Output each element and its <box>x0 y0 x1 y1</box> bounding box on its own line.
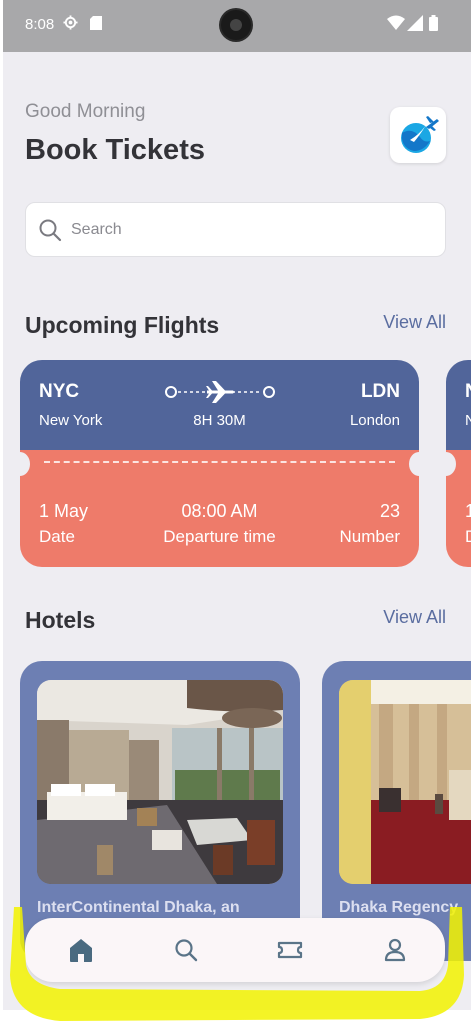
hotel-photo <box>37 680 283 884</box>
wifi-icon <box>387 15 405 30</box>
status-time: 8:08 <box>25 16 55 33</box>
phone-screen: 8:08 Good Morning Book Tickets Search Up… <box>3 0 471 1010</box>
sd-card-icon <box>90 16 102 30</box>
origin-city: N <box>465 412 471 429</box>
search-input[interactable] <box>71 215 431 245</box>
flight-route-icon <box>165 381 275 403</box>
signal-icon <box>407 15 423 31</box>
search-icon[interactable] <box>171 935 201 965</box>
flight-number-value: 23 <box>379 501 400 521</box>
origin-code: N <box>465 381 471 403</box>
destination-city: London <box>349 412 400 429</box>
profile-icon[interactable] <box>380 935 410 965</box>
camera-cutout <box>221 10 251 40</box>
hotels-view-all-link[interactable]: View All <box>383 607 446 628</box>
flight-ticket-card[interactable]: NYC New York 8H 30M LDN London 1 May Dat <box>20 360 419 567</box>
ticket-details-section: 1 May Date 08:00 AM Departure time 23 Nu… <box>20 450 419 567</box>
origin-code: NYC <box>39 381 80 402</box>
home-icon[interactable] <box>66 935 96 965</box>
ticket-route-section: N N <box>446 360 471 450</box>
hotel-card[interactable]: Dhaka Regency <box>322 661 471 961</box>
flight-number-label: Number <box>339 527 400 546</box>
flights-section-title: Upcoming Flights <box>25 312 220 338</box>
ticket-divider <box>44 461 395 463</box>
flight-ticket-card[interactable]: N N 1 D <box>446 360 471 567</box>
departure-time-value: 08:00 AM <box>181 501 258 521</box>
bottom-nav-bar <box>25 918 445 982</box>
gear-icon <box>63 15 78 30</box>
greeting-text: Good Morning <box>25 101 146 122</box>
status-bar: 8:08 <box>3 0 471 52</box>
search-icon <box>39 219 62 242</box>
hotel-photo <box>339 680 471 884</box>
hotel-name: Dhaka Regency <box>339 899 459 916</box>
search-bar[interactable] <box>25 202 446 257</box>
app-logo <box>390 107 446 163</box>
battery-icon <box>429 15 438 31</box>
hotel-name: InterContinental Dhaka, an <box>37 899 240 916</box>
ticket-icon[interactable] <box>275 935 305 965</box>
airplane-logo-icon <box>401 116 439 153</box>
flights-view-all-link[interactable]: View All <box>383 312 446 333</box>
flight-date-label: D <box>465 527 471 547</box>
hotels-section-title: Hotels <box>25 607 96 633</box>
destination-code: LDN <box>360 381 400 402</box>
flight-date-value: 1 <box>465 501 471 521</box>
ticket-route-section: NYC New York 8H 30M LDN London <box>20 360 419 450</box>
hotel-card[interactable]: InterContinental Dhaka, an <box>20 661 300 961</box>
page-title: Book Tickets <box>25 134 205 166</box>
